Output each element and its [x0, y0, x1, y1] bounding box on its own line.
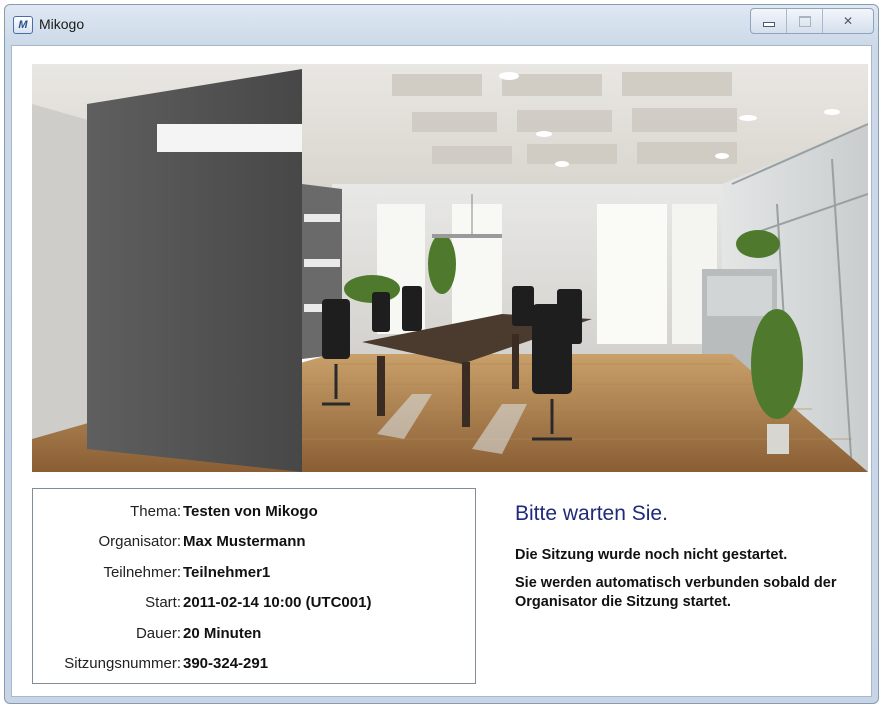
info-row-participant: Teilnehmer: Teilnehmer1 [33, 564, 473, 588]
conference-room-image [32, 64, 868, 472]
window-title: Mikogo [39, 16, 85, 32]
wait-heading: Bitte warten Sie. [515, 502, 668, 525]
info-row-start: Start: 2011-02-14 10:00 (UTC001) [33, 594, 473, 618]
start-value: 2011-02-14 10:00 (UTC001) [183, 594, 372, 611]
minimize-button[interactable] [751, 9, 787, 33]
organizer-label: Organisator: [98, 533, 181, 550]
info-row-organizer: Organisator: Max Mustermann [33, 533, 473, 557]
topic-label: Thema: [130, 503, 181, 520]
mikogo-logo-icon: M [13, 16, 33, 34]
status-message-not-started: Die Sitzung wurde noch nicht gestartet. [515, 547, 788, 563]
info-row-topic: Thema: Testen von Mikogo [33, 503, 473, 527]
app-window: M Mikogo ✕ Thema: Testen von Mikogo Orga… [4, 4, 879, 704]
minimize-icon [762, 21, 775, 27]
info-row-duration: Dauer: 20 Minuten [33, 625, 473, 649]
maximize-button[interactable] [787, 9, 823, 33]
organizer-value: Max Mustermann [183, 533, 306, 550]
participant-label: Teilnehmer: [103, 564, 181, 581]
status-message-auto-connect: Sie werden automatisch verbunden sobald … [515, 575, 837, 610]
title-bar[interactable]: M Mikogo ✕ [5, 5, 878, 45]
close-button[interactable]: ✕ [823, 9, 873, 33]
session-info-panel: Thema: Testen von Mikogo Organisator: Ma… [32, 488, 476, 684]
close-icon: ✕ [842, 14, 854, 28]
start-label: Start: [145, 594, 181, 611]
window-controls: ✕ [750, 8, 874, 34]
info-row-session-number: Sitzungsnummer: 390-324-291 [33, 655, 473, 679]
duration-value: 20 Minuten [183, 625, 262, 642]
session-number-value: 390-324-291 [183, 655, 269, 672]
participant-value: Teilnehmer1 [183, 564, 271, 581]
session-number-label: Sitzungsnummer: [64, 655, 181, 672]
maximize-icon [798, 15, 811, 27]
duration-label: Dauer: [135, 625, 181, 642]
topic-value: Testen von Mikogo [183, 503, 318, 520]
window-content: Thema: Testen von Mikogo Organisator: Ma… [11, 45, 872, 697]
conference-room-illustration [32, 64, 868, 472]
